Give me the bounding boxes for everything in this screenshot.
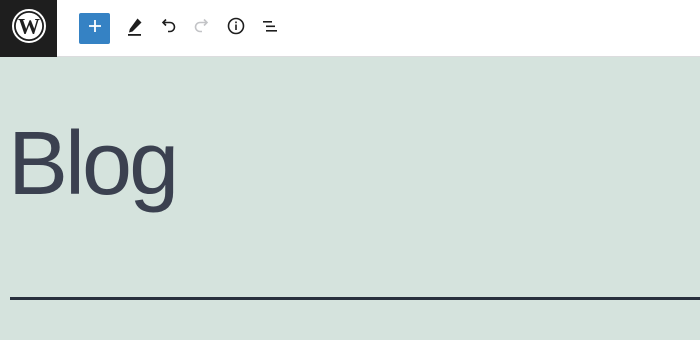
list-view-icon [259,15,281,42]
editor-header-toolbar: W [0,0,700,57]
page-title[interactable]: Blog [8,119,179,209]
plus-icon [87,18,103,39]
svg-text:W: W [18,14,40,39]
edit-tool-button[interactable] [118,12,150,44]
editor-canvas[interactable]: Blog [0,57,700,340]
list-view-button[interactable] [254,12,286,44]
info-icon [225,15,247,42]
redo-button[interactable] [186,12,218,44]
undo-button[interactable] [152,12,184,44]
wordpress-logo-button[interactable]: W [0,0,57,57]
add-block-button[interactable] [79,13,110,44]
pencil-icon [123,15,145,42]
redo-icon [191,15,213,42]
wordpress-logo-icon: W [11,8,47,49]
details-button[interactable] [220,12,252,44]
separator-block[interactable] [10,297,700,300]
undo-icon [157,15,179,42]
